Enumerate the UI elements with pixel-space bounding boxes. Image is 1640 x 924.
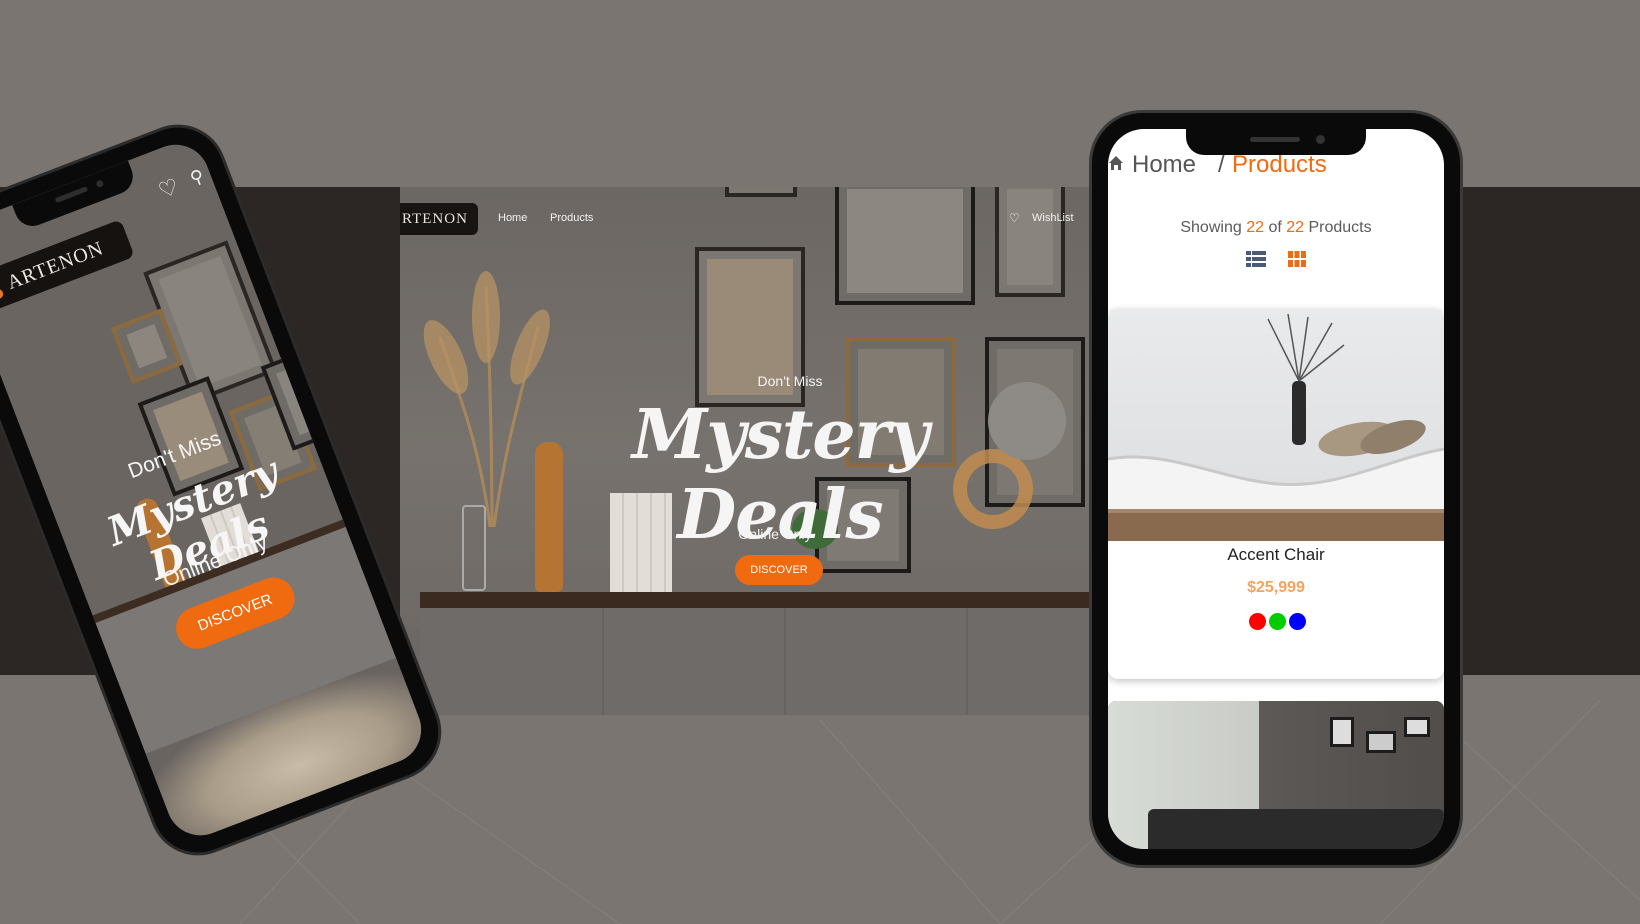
color-swatch-red[interactable]: [1249, 613, 1266, 630]
desktop-site-preview: RTENON Home Products ♡ WishList Don't Mi…: [400, 187, 1090, 715]
wall-frame: [1366, 731, 1396, 753]
phone-notch: [1186, 129, 1366, 155]
breadcrumb-home-link[interactable]: Home: [1132, 151, 1196, 179]
results-total: 22: [1286, 219, 1305, 236]
cart-icon[interactable]: ⚲: [187, 165, 207, 189]
cabinet: [420, 608, 1090, 715]
cabinet-divider: [966, 608, 968, 715]
shelf: [420, 592, 1090, 608]
wall-frame: [725, 187, 797, 197]
product-image[interactable]: [1108, 309, 1444, 541]
nav-wishlist-link[interactable]: WishList: [1032, 212, 1074, 224]
breadcrumb-separator: /: [1218, 151, 1225, 178]
home-icon[interactable]: [1108, 155, 1124, 171]
cabinet-divider: [602, 608, 604, 715]
hero-eyebrow: Don't Miss: [757, 373, 823, 389]
results-count: Showing 22 of 22 Products: [1108, 219, 1444, 237]
heart-icon[interactable]: ♡: [1009, 211, 1020, 225]
color-swatch-blue[interactable]: [1289, 613, 1306, 630]
discover-button[interactable]: DISCOVER: [735, 555, 823, 585]
results-prefix: Showing: [1180, 219, 1242, 236]
product-name[interactable]: Accent Chair: [1108, 545, 1444, 565]
product-card[interactable]: [1108, 701, 1444, 849]
results-of: of: [1268, 219, 1282, 236]
brand-logo[interactable]: ARTENON: [0, 219, 135, 317]
hourglass-decor: [462, 505, 486, 591]
breadcrumb-current: Products: [1232, 151, 1327, 178]
breadcrumb: Home / Products: [1108, 151, 1444, 181]
cabinet-divider: [784, 608, 786, 715]
list-view-icon[interactable]: [1246, 251, 1266, 267]
product-image[interactable]: [1108, 701, 1444, 849]
vase-decor: [535, 442, 563, 592]
flower-logo-icon: [0, 276, 5, 304]
heart-icon[interactable]: ♡: [155, 173, 183, 204]
pampas-grass-decor: [423, 271, 550, 527]
desktop-navbar: RTENON Home Products ♡ WishList: [400, 203, 1090, 235]
nav-products-link[interactable]: Products: [550, 212, 593, 224]
brand-name: ARTENON: [4, 237, 107, 295]
grid-view-icon[interactable]: [1288, 251, 1306, 267]
results-suffix: Products: [1308, 219, 1372, 236]
color-swatch-green[interactable]: [1269, 613, 1286, 630]
phone-screen: Home / Products Showing 22 of 22 Product…: [1108, 129, 1444, 849]
wall-frame: [1330, 717, 1354, 747]
brand-logo[interactable]: RTENON: [400, 203, 478, 235]
product-price: $25,999: [1247, 579, 1305, 596]
hero-subtitle: Online Only: [738, 526, 812, 542]
product-card[interactable]: Accent Chair $25,999: [1108, 309, 1444, 679]
results-shown: 22: [1246, 219, 1264, 236]
wall-frame: [1404, 717, 1430, 737]
nav-home-link[interactable]: Home: [498, 212, 527, 224]
sofa: [1148, 809, 1444, 849]
chaise-lounge-illustration: [1108, 313, 1444, 541]
phone-mockup-products: Home / Products Showing 22 of 22 Product…: [1092, 113, 1460, 865]
